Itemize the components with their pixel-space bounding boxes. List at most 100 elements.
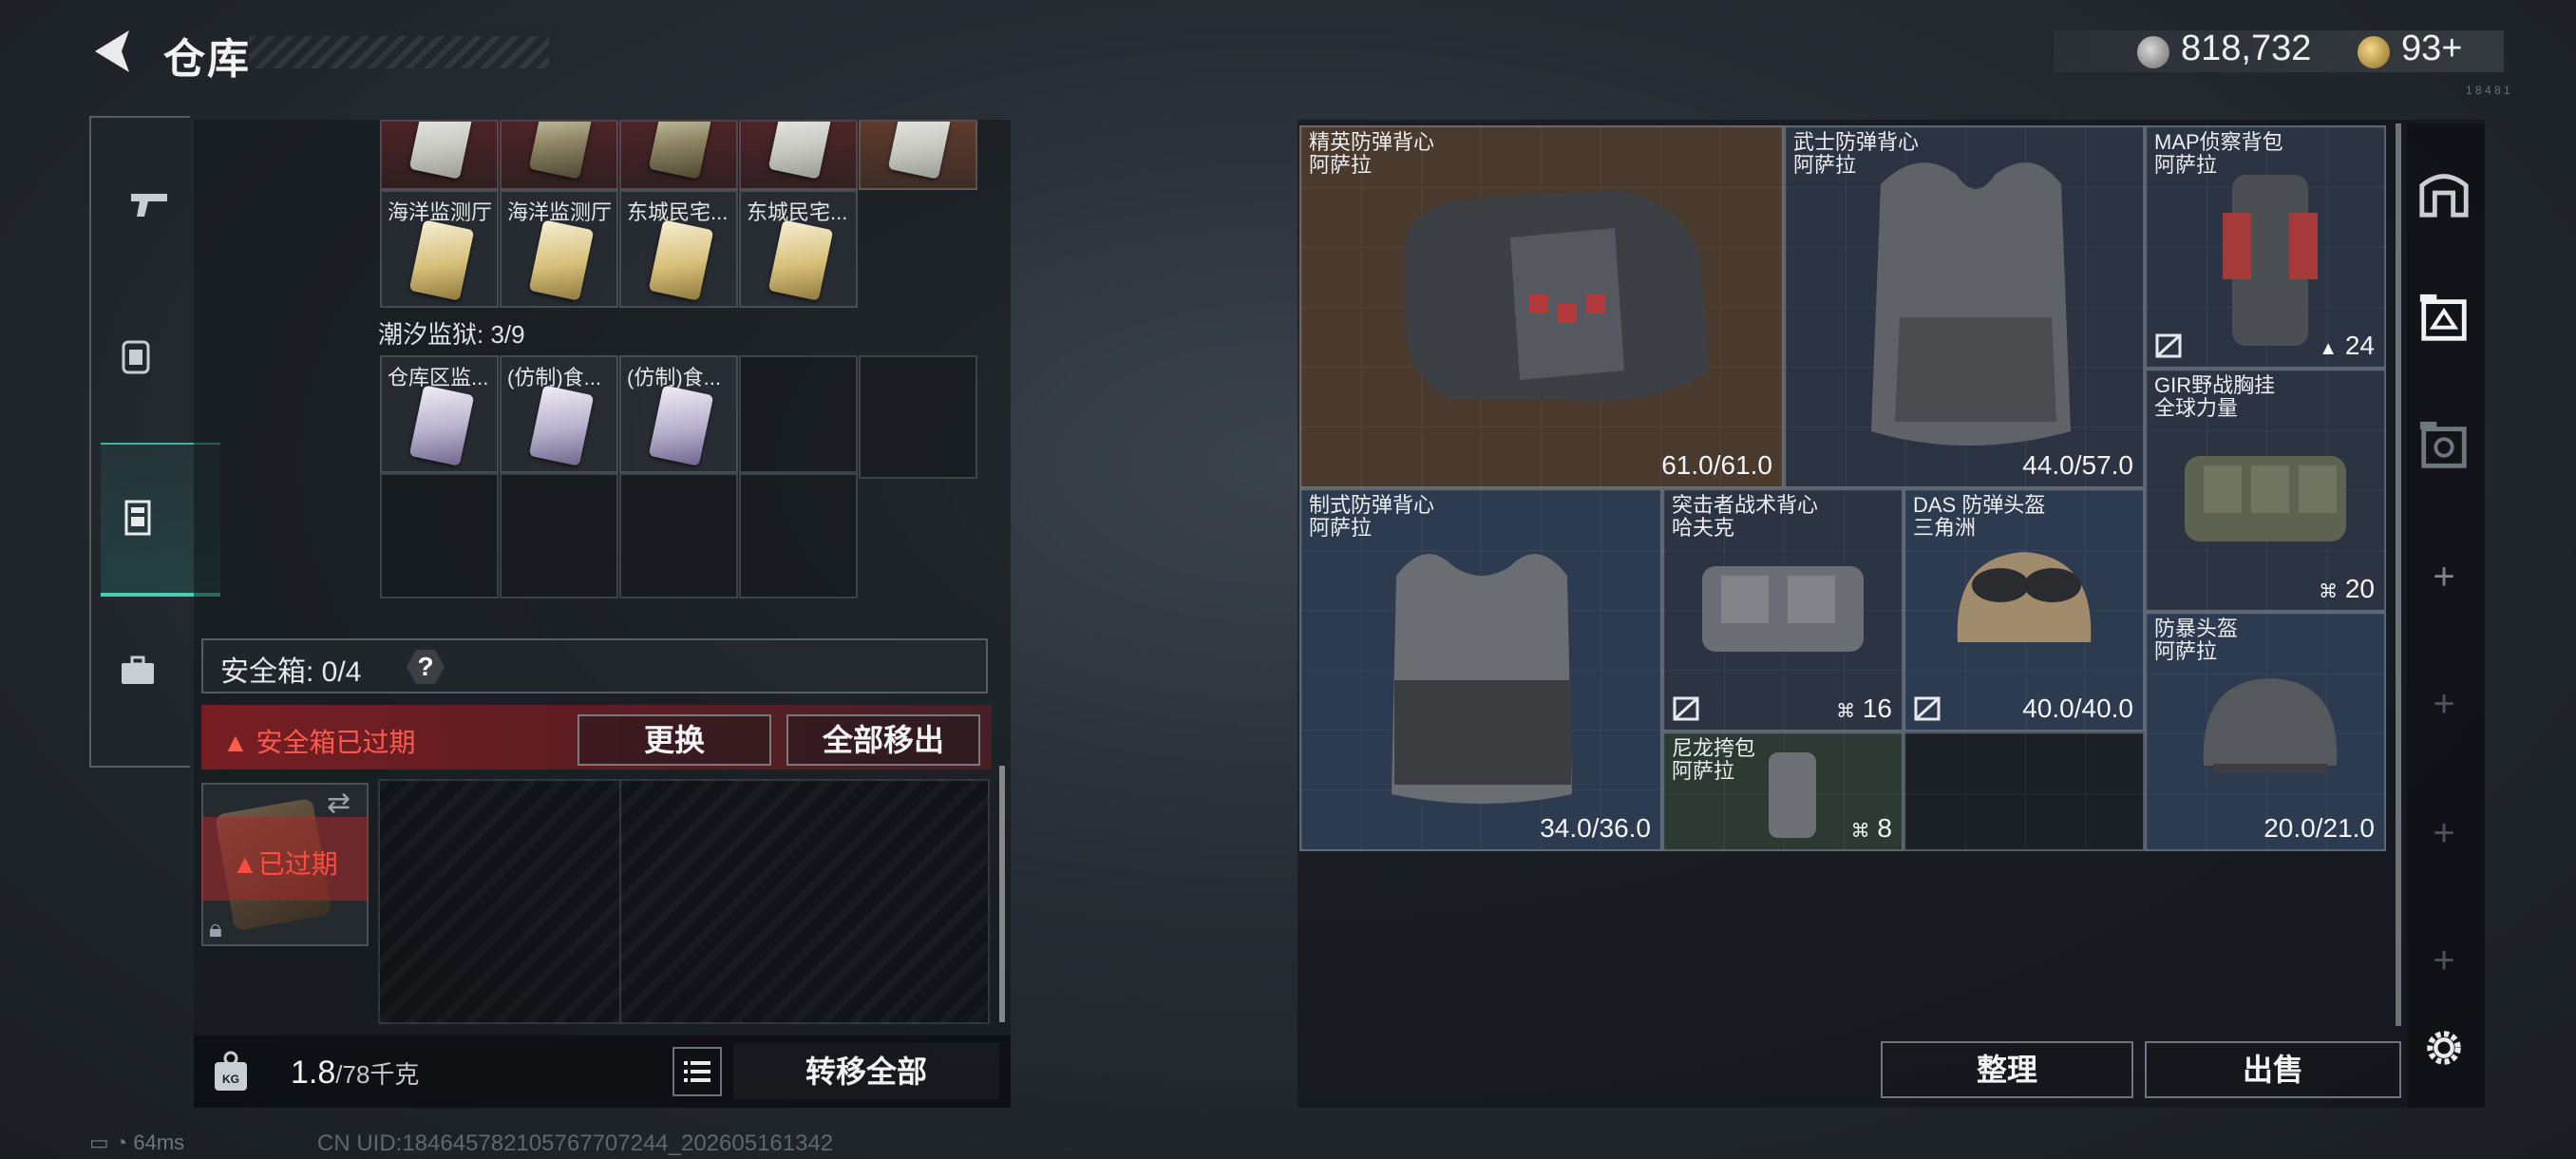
title-stripe bbox=[249, 36, 549, 68]
durability: 61.0/61.0 bbox=[1661, 450, 1772, 480]
battery-icon: ▭ bbox=[89, 1130, 109, 1154]
keycard-slot[interactable] bbox=[859, 120, 977, 190]
transfer-all-button[interactable]: 转移全部 bbox=[733, 1043, 999, 1100]
settings-button[interactable] bbox=[2413, 1016, 2475, 1079]
wifi-icon: ◔ bbox=[114, 1130, 128, 1154]
item-riot-helmet[interactable]: 防暴头盔 阿萨拉 20.0/21.0 bbox=[2145, 612, 2386, 851]
capacity: ⌘ 20 bbox=[2319, 574, 2375, 603]
item-gir-chest-rig[interactable]: GIR野战胸挂 全球力量 ⌘ 20 bbox=[2145, 369, 2386, 612]
right-scrollbar[interactable] bbox=[2396, 124, 2401, 1026]
storage-iv-icon bbox=[2419, 421, 2467, 468]
item-name: 突击者战术背心 哈夫克 bbox=[1672, 493, 1819, 540]
tab-equipment[interactable] bbox=[97, 304, 175, 408]
rig-image bbox=[1702, 566, 1864, 652]
add-storage-button[interactable]: + bbox=[2413, 802, 2475, 864]
item-name: DAS 防弹头盔 三角洲 bbox=[1913, 493, 2046, 540]
item-raider-vest[interactable]: 突击者战术背心 哈夫克 ⌘ 16 bbox=[1662, 488, 1904, 732]
tab-storage-iv[interactable] bbox=[2413, 414, 2475, 477]
helmet-image bbox=[1957, 552, 2092, 642]
keycard-slot[interactable] bbox=[500, 120, 618, 190]
list-view-button[interactable] bbox=[672, 1047, 722, 1096]
locker-icon bbox=[124, 500, 151, 536]
keycard-slot[interactable] bbox=[619, 120, 738, 190]
item-name: 尼龙挎包 阿萨拉 bbox=[1672, 736, 1756, 783]
weight-capacity: /78千克 bbox=[335, 1060, 420, 1089]
keycard-slot[interactable]: 仓库区监... bbox=[380, 355, 499, 473]
capacity: ▲ 24 bbox=[2319, 331, 2375, 360]
lock-icon: 🔒︎ bbox=[209, 914, 222, 942]
item-samurai-vest[interactable]: 武士防弹背心 阿萨拉 44.0/57.0 bbox=[1784, 125, 2145, 488]
chest-rig-image bbox=[2185, 456, 2346, 542]
left-scrollbar[interactable] bbox=[999, 766, 1005, 1022]
item-nylon-bag[interactable]: 尼龙挎包 阿萨拉 ⌘ 8 bbox=[1662, 732, 1904, 851]
keycard-slot[interactable]: (仿制)食... bbox=[500, 355, 618, 473]
empty-slot[interactable] bbox=[619, 473, 738, 598]
empty-slot[interactable] bbox=[380, 473, 499, 598]
keycard-slot[interactable] bbox=[739, 120, 858, 190]
backpack-image bbox=[2223, 175, 2318, 346]
move-all-button[interactable]: 全部移出 bbox=[786, 714, 980, 766]
tab-storage-iii[interactable] bbox=[2413, 287, 2475, 350]
vault-icon bbox=[2419, 174, 2469, 218]
bag-image bbox=[1769, 752, 1816, 838]
safebox-grid[interactable] bbox=[378, 779, 990, 1024]
keycard-slot[interactable]: 海洋监测厅 bbox=[500, 190, 618, 308]
empty-slot[interactable] bbox=[739, 473, 858, 598]
keycard-slot[interactable]: (仿制)食... bbox=[619, 355, 738, 473]
swap-icon[interactable]: ⇄ bbox=[327, 787, 350, 820]
gold-amount[interactable]: 93+ bbox=[2401, 28, 2462, 69]
capacity: ⌘ 16 bbox=[1836, 694, 1892, 723]
backpack-badge-icon bbox=[122, 340, 150, 374]
empty-slot[interactable] bbox=[1904, 732, 2145, 851]
item-map-backpack[interactable]: MAP侦察背包 阿萨拉 ▲ 24 bbox=[2145, 125, 2386, 369]
tab-vault[interactable] bbox=[2413, 162, 2475, 224]
safebox-label: 安全箱: 0/4 bbox=[220, 656, 362, 688]
vest-image bbox=[1392, 554, 1572, 804]
weight-icon: KG bbox=[215, 1051, 247, 1091]
vest-image bbox=[1404, 190, 1710, 401]
capacity-icon: ▲ bbox=[2319, 338, 2339, 359]
weight-current: 1.8 bbox=[291, 1054, 336, 1091]
tab-weapons[interactable] bbox=[110, 152, 188, 256]
item-standard-vest[interactable]: 制式防弹背心 阿萨拉 34.0/36.0 bbox=[1299, 488, 1662, 851]
item-name: 防暴头盔 阿萨拉 bbox=[2154, 617, 2239, 663]
item-elite-vest[interactable]: 精英防弹背心 阿萨拉 61.0/61.0 bbox=[1299, 125, 1784, 488]
no-insure-icon bbox=[1914, 696, 1941, 721]
vest-image bbox=[1871, 162, 2071, 446]
add-storage-button[interactable]: + bbox=[2413, 545, 2475, 608]
sort-button[interactable]: 整理 bbox=[1881, 1041, 2133, 1098]
warning-icon: ▲ bbox=[232, 849, 258, 879]
uid-text: CN UID:1846457821057677072​44_2026051613… bbox=[317, 1130, 834, 1156]
capacity-icon: ⌘ bbox=[1850, 821, 1870, 842]
tab-storage[interactable] bbox=[99, 466, 177, 570]
tab-briefcase[interactable] bbox=[99, 619, 177, 724]
back-arrow-icon[interactable] bbox=[87, 27, 137, 76]
gold-coin-icon bbox=[2358, 36, 2390, 68]
prison-label: 潮汐监狱: 3/9 bbox=[378, 320, 525, 349]
add-storage-button[interactable]: + bbox=[2413, 673, 2475, 735]
empty-slot[interactable] bbox=[500, 473, 618, 598]
warning-icon: ▲ bbox=[222, 728, 249, 757]
add-storage-button[interactable]: + bbox=[2413, 929, 2475, 992]
item-das-helmet[interactable]: DAS 防弹头盔 三角洲 40.0/40.0 bbox=[1904, 488, 2145, 732]
sell-button[interactable]: 出售 bbox=[2145, 1041, 2401, 1098]
storage-iii-icon bbox=[2419, 294, 2467, 341]
keycard-slot[interactable]: 海洋监测厅 bbox=[380, 190, 499, 308]
keycard-label: 海洋监测厅 bbox=[507, 200, 613, 224]
empty-slot[interactable] bbox=[739, 355, 858, 473]
ping-text: 64ms bbox=[133, 1130, 185, 1154]
capacity: ⌘ 8 bbox=[1850, 813, 1892, 843]
capacity-icon: ⌘ bbox=[2319, 581, 2339, 602]
keycard-label: 东城民宅... bbox=[627, 200, 729, 224]
empty-slot[interactable] bbox=[859, 355, 977, 479]
gear-icon bbox=[2427, 1031, 2461, 1065]
replace-button[interactable]: 更换 bbox=[578, 714, 771, 766]
item-expired-text: 已过期 bbox=[257, 849, 338, 879]
keycard-slot[interactable]: 东城民宅... bbox=[739, 190, 858, 308]
keycard-label: 仓库区监... bbox=[388, 366, 489, 390]
durability: 34.0/36.0 bbox=[1540, 813, 1651, 843]
keycard-slot[interactable] bbox=[380, 120, 499, 190]
durability: 44.0/57.0 bbox=[2022, 450, 2133, 480]
capacity-icon: ⌘ bbox=[1836, 701, 1856, 722]
keycard-slot[interactable]: 东城民宅... bbox=[619, 190, 738, 308]
